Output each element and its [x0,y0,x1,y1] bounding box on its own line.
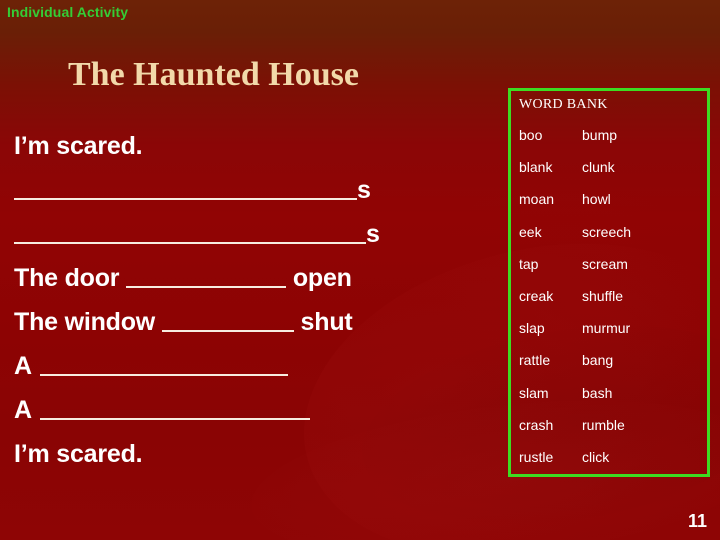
slide: Individual Activity The Haunted House I’… [0,0,720,540]
word-bank-row: creak shuffle [511,280,707,312]
word-bank-word[interactable]: moan [511,191,582,207]
word-bank-title: WORD BANK [519,97,608,112]
word-bank-list: boo bump blank clunk moan howl eek screech tap sc… [511,119,707,473]
fill-in-blank-window[interactable] [161,304,294,332]
word-bank-word[interactable]: tap [511,256,582,272]
body-line-blank-2: s [14,212,494,256]
page-number: 11 [687,511,707,531]
word-bank-word[interactable]: rattle [511,352,582,368]
page-title: The Haunted House [68,56,359,93]
body-line-a-2: A [14,388,494,432]
word-bank-row: slap murmur [511,312,707,344]
door-prefix-text: The door [14,264,127,292]
word-bank-word[interactable]: boo [511,127,582,143]
word-bank-word[interactable]: crash [511,417,582,433]
fill-in-blank-a-1[interactable] [39,348,288,376]
word-bank-row: crash rumble [511,409,707,441]
word-bank-word[interactable]: clunk [582,159,707,175]
word-bank-row: moan howl [511,183,707,215]
a-label-2: A [14,396,32,424]
fill-in-blank-2[interactable] [14,216,366,244]
body-line-blank-1: s [14,168,494,212]
word-bank-word[interactable]: slam [511,385,582,401]
plural-s-1: s [357,176,371,204]
word-bank-word[interactable]: bump [582,127,707,143]
worksheet-body: I’m scared. s s The door open The window… [14,124,494,476]
body-line-intro: I’m scared. [14,124,494,168]
outro-text: I’m scared. [14,440,143,468]
body-line-outro: I’m scared. [14,432,494,476]
door-suffix-text: open [286,264,352,292]
word-bank-row: slam bash [511,377,707,409]
word-bank-word[interactable]: shuffle [582,288,707,304]
word-bank-word[interactable]: bash [582,385,707,401]
body-line-door: The door open [14,256,494,300]
word-bank-row: rustle click [511,441,707,473]
word-bank-word[interactable]: creak [511,288,582,304]
word-bank-row: tap scream [511,248,707,280]
window-suffix-text: shut [293,308,353,336]
fill-in-blank-1[interactable] [14,172,357,200]
word-bank-word[interactable]: screech [582,224,707,240]
word-bank-panel: WORD BANK boo bump blank clunk moan howl eek sc… [508,88,710,477]
intro-text: I’m scared. [14,132,143,160]
fill-in-blank-door[interactable] [126,260,287,288]
word-bank-word[interactable]: slap [511,320,582,336]
fill-in-blank-a-2[interactable] [39,392,310,420]
word-bank-row: blank clunk [511,151,707,183]
window-prefix-text: The window [14,308,162,336]
word-bank-row: rattle bang [511,344,707,376]
word-bank-word[interactable]: rumble [582,417,707,433]
word-bank-row: boo bump [511,119,707,151]
word-bank-word[interactable]: murmur [582,320,707,336]
body-line-a-1: A [14,344,494,388]
body-line-window: The window shut [14,300,494,344]
plural-s-2: s [366,220,380,248]
word-bank-word[interactable]: blank [511,159,582,175]
a-label-1: A [14,352,32,380]
word-bank-word[interactable]: eek [511,224,582,240]
word-bank-word[interactable]: scream [582,256,707,272]
word-bank-word[interactable]: rustle [511,449,582,465]
word-bank-word[interactable]: howl [582,191,707,207]
word-bank-word[interactable]: bang [582,352,707,368]
word-bank-row: eek screech [511,216,707,248]
word-bank-word[interactable]: click [582,449,707,465]
activity-kicker-label: Individual Activity [7,4,129,20]
